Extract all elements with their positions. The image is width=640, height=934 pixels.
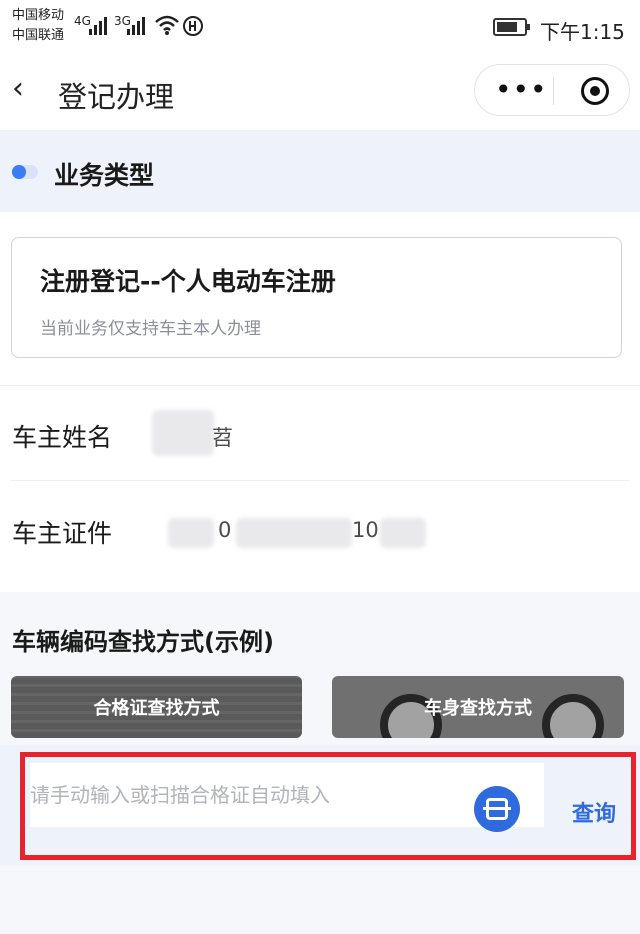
section-title: 业务类型 <box>54 161 155 190</box>
vehicle-body-lookup-example[interactable]: 车身查找方式 <box>332 676 624 738</box>
scan-line <box>483 807 511 810</box>
page-title: 登记办理 <box>58 80 175 114</box>
business-section-header: 业务类型 <box>0 130 640 212</box>
business-type-note: 当前业务仅支持车主本人办理 <box>40 319 261 339</box>
business-type-title: 注册登记--个人电动车注册 <box>40 267 336 296</box>
wifi-icon <box>154 14 180 39</box>
redacted-blur <box>236 518 352 548</box>
back-icon[interactable]: ‹ <box>12 74 24 104</box>
redacted-blur <box>152 410 214 456</box>
clock: 下午1:15 <box>540 20 625 44</box>
hd-icon <box>182 15 204 40</box>
divider <box>0 385 640 386</box>
carrier-name-1: 中国移动 <box>12 8 65 23</box>
owner-id-value-part-1: 0 <box>218 518 232 542</box>
redacted-blur <box>168 518 214 548</box>
business-type-card[interactable]: 注册登记--个人电动车注册 当前业务仅支持车主本人办理 <box>11 237 622 358</box>
more-options-icon[interactable]: ••• <box>495 73 548 106</box>
vehicle-code-input[interactable] <box>30 763 470 827</box>
registration-form: 注册登记--个人电动车注册 当前业务仅支持车主本人办理 车主姓名 苕 车主证件 … <box>0 212 640 592</box>
divider <box>11 480 629 481</box>
vehicle-body-lookup-label: 车身查找方式 <box>424 698 532 719</box>
mini-program-capsule: ••• <box>474 64 630 116</box>
status-bar: 中国移动 中国联通 4G 3G 下午1:15 <box>0 0 640 52</box>
close-mini-program-icon[interactable] <box>581 77 609 105</box>
bottom-area <box>0 865 640 934</box>
battery-icon <box>493 18 530 36</box>
vehicle-code-input-wrapper <box>30 763 544 827</box>
lookup-title: 车辆编码查找方式(示例) <box>12 628 274 656</box>
query-button[interactable]: 查询 <box>572 796 616 828</box>
owner-id-value-part-2: 10 <box>352 518 379 542</box>
certificate-lookup-example[interactable]: 合格证查找方式 <box>11 676 302 738</box>
scan-icon[interactable] <box>474 786 520 832</box>
owner-name-value: 苕 <box>212 426 233 450</box>
signal-icon <box>126 16 146 39</box>
owner-name-label: 车主姓名 <box>12 423 113 452</box>
signal-icon <box>88 16 108 39</box>
carrier-name-2: 中国联通 <box>12 28 65 43</box>
certificate-lookup-label: 合格证查找方式 <box>93 698 220 719</box>
section-marker-icon <box>12 165 38 179</box>
capsule-divider <box>553 77 554 105</box>
redacted-blur <box>380 518 426 548</box>
vehicle-code-input-panel <box>0 745 640 865</box>
navbar: ‹ 登记办理 ••• <box>0 52 640 130</box>
owner-id-label: 车主证件 <box>12 519 113 548</box>
